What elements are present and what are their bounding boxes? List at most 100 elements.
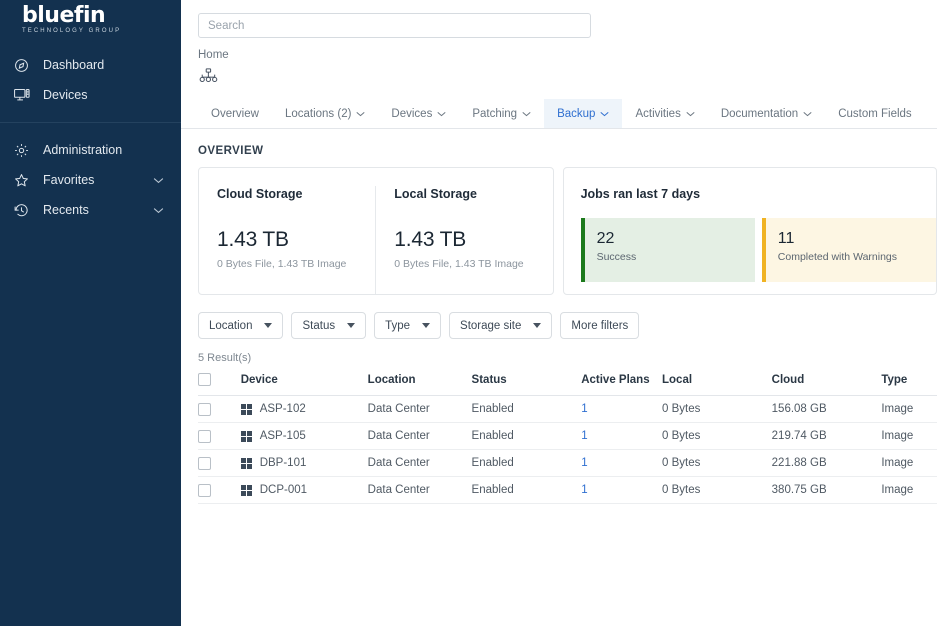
col-type[interactable]: Type <box>881 373 937 396</box>
search-box[interactable] <box>198 13 591 38</box>
col-device[interactable]: Device <box>240 373 368 396</box>
tab-label: Custom Fields <box>838 107 912 120</box>
tab-overview[interactable]: Overview <box>198 99 272 128</box>
cloud-storage-block: Cloud Storage 1.43 TB 0 Bytes File, 1.43… <box>199 186 375 294</box>
cell-active-plans[interactable]: 1 <box>581 476 662 504</box>
filter-type[interactable]: Type <box>374 312 442 339</box>
cell-active-plans[interactable]: 1 <box>581 395 662 423</box>
cell-cloud: 221.88 GB <box>771 449 882 477</box>
tab-bar: Overview Locations (2) Devices Patching <box>181 99 937 129</box>
select-all-checkbox[interactable] <box>198 373 211 386</box>
row-checkbox[interactable] <box>198 456 211 470</box>
local-storage-block: Local Storage 1.43 TB 0 Bytes File, 1.43… <box>375 186 552 294</box>
cloud-storage-breakdown: 0 Bytes File, 1.43 TB Image <box>217 258 347 270</box>
devices-table: Device Location Status Active Plans Loca… <box>198 373 937 504</box>
cell-device: ASP-102 <box>240 395 368 423</box>
chevron-down-icon <box>803 111 812 117</box>
sidebar-item-devices[interactable]: Devices <box>0 80 181 110</box>
sitemap-icon[interactable] <box>199 67 937 91</box>
tab-devices[interactable]: Devices <box>378 99 459 128</box>
cell-local: 0 Bytes <box>662 395 772 423</box>
device-name[interactable]: DBP-101 <box>260 457 307 469</box>
row-checkbox[interactable] <box>198 483 211 497</box>
filter-status[interactable]: Status <box>291 312 367 339</box>
tab-custom-fields[interactable]: Custom Fields <box>825 99 925 128</box>
sidebar-item-dashboard[interactable]: Dashboard <box>0 50 181 80</box>
jobs-success-label: Success <box>596 251 637 263</box>
cell-active-plans[interactable]: 1 <box>581 422 662 450</box>
select-all-header <box>198 373 241 396</box>
tab-label: Documentation <box>720 107 799 120</box>
cell-local: 0 Bytes <box>662 476 772 504</box>
device-name[interactable]: ASP-105 <box>260 430 306 442</box>
filter-bar: Location Status Type Storage site More f… <box>198 312 937 339</box>
cell-location: Data Center <box>367 476 472 504</box>
tab-label: Backup <box>557 107 596 120</box>
sidebar-item-favorites[interactable]: Favorites <box>0 165 181 195</box>
jobs-tile-warnings[interactable]: 11 Completed with Warnings <box>761 218 936 282</box>
table-row[interactable]: ASP-102 Data Center Enabled 1 0 Bytes 15… <box>198 395 937 423</box>
col-location[interactable]: Location <box>367 373 472 396</box>
row-select-cell <box>198 476 241 504</box>
page-title: OVERVIEW <box>198 145 264 157</box>
jobs-tile-success[interactable]: 22 Success <box>580 218 755 282</box>
device-name[interactable]: ASP-102 <box>260 403 306 415</box>
cell-location: Data Center <box>367 395 472 423</box>
table-row[interactable]: DBP-101 Data Center Enabled 1 0 Bytes 22… <box>198 449 937 477</box>
cell-active-plans[interactable]: 1 <box>581 449 662 477</box>
row-checkbox[interactable] <box>198 429 211 443</box>
tab-locations[interactable]: Locations (2) <box>272 99 378 128</box>
dashboard-icon <box>14 57 34 73</box>
top-bar <box>181 0 937 38</box>
col-active-plans[interactable]: Active Plans <box>581 373 662 396</box>
cell-status: Enabled <box>471 449 582 477</box>
tab-backup[interactable]: Backup <box>544 99 623 128</box>
col-cloud[interactable]: Cloud <box>771 373 882 396</box>
tab-patching[interactable]: Patching <box>459 99 544 128</box>
cell-cloud: 219.74 GB <box>771 422 882 450</box>
sidebar-item-recents[interactable]: Recents <box>0 195 181 225</box>
filter-label: Storage site <box>460 319 522 332</box>
windows-icon <box>240 403 252 415</box>
jobs-success-count: 22 <box>596 230 615 247</box>
chevron-down-icon <box>422 323 431 328</box>
cell-status: Enabled <box>471 422 582 450</box>
table-body: ASP-102 Data Center Enabled 1 0 Bytes 15… <box>198 395 937 504</box>
tab-label: Overview <box>211 107 259 120</box>
sidebar-item-administration[interactable]: Administration <box>0 135 181 165</box>
more-filters-button[interactable]: More filters <box>560 312 640 339</box>
devices-table-wrap: Device Location Status Active Plans Loca… <box>198 373 937 504</box>
history-icon <box>14 202 34 218</box>
tab-activities[interactable]: Activities <box>622 99 707 128</box>
col-local[interactable]: Local <box>662 373 772 396</box>
chevron-down-icon <box>264 323 273 328</box>
local-storage-breakdown: 0 Bytes File, 1.43 TB Image <box>394 258 524 270</box>
table-row[interactable]: ASP-105 Data Center Enabled 1 0 Bytes 21… <box>198 422 937 450</box>
cell-local: 0 Bytes <box>662 449 772 477</box>
overview-cards: Cloud Storage 1.43 TB 0 Bytes File, 1.43… <box>198 167 937 295</box>
row-select-cell <box>198 449 241 477</box>
local-storage-title: Local Storage <box>394 187 477 201</box>
filter-label: Type <box>385 319 411 332</box>
logo-tagline: TECHNOLOGY GROUP <box>22 28 122 34</box>
chevron-down-icon <box>437 111 446 117</box>
cell-type: Image <box>881 449 937 477</box>
device-name[interactable]: DCP-001 <box>260 484 307 496</box>
cell-type: Image <box>881 476 937 504</box>
tab-label: Patching <box>472 107 518 120</box>
brand-logo[interactable]: bluefin TECHNOLOGY GROUP <box>0 0 181 42</box>
row-checkbox[interactable] <box>198 402 211 416</box>
breadcrumb[interactable]: Home <box>181 38 937 61</box>
search-input[interactable] <box>208 19 581 32</box>
cell-status: Enabled <box>471 395 582 423</box>
col-status[interactable]: Status <box>471 373 582 396</box>
filter-location[interactable]: Location <box>198 312 284 339</box>
sidebar-item-label: Dashboard <box>43 58 105 72</box>
filter-storage-site[interactable]: Storage site <box>449 312 553 339</box>
chevron-down-icon <box>356 111 365 117</box>
table-row[interactable]: DCP-001 Data Center Enabled 1 0 Bytes 38… <box>198 476 937 504</box>
chevron-down-icon <box>347 323 356 328</box>
tab-documentation[interactable]: Documentation <box>708 99 825 128</box>
cell-type: Image <box>881 422 937 450</box>
chevron-down-icon <box>153 177 167 184</box>
